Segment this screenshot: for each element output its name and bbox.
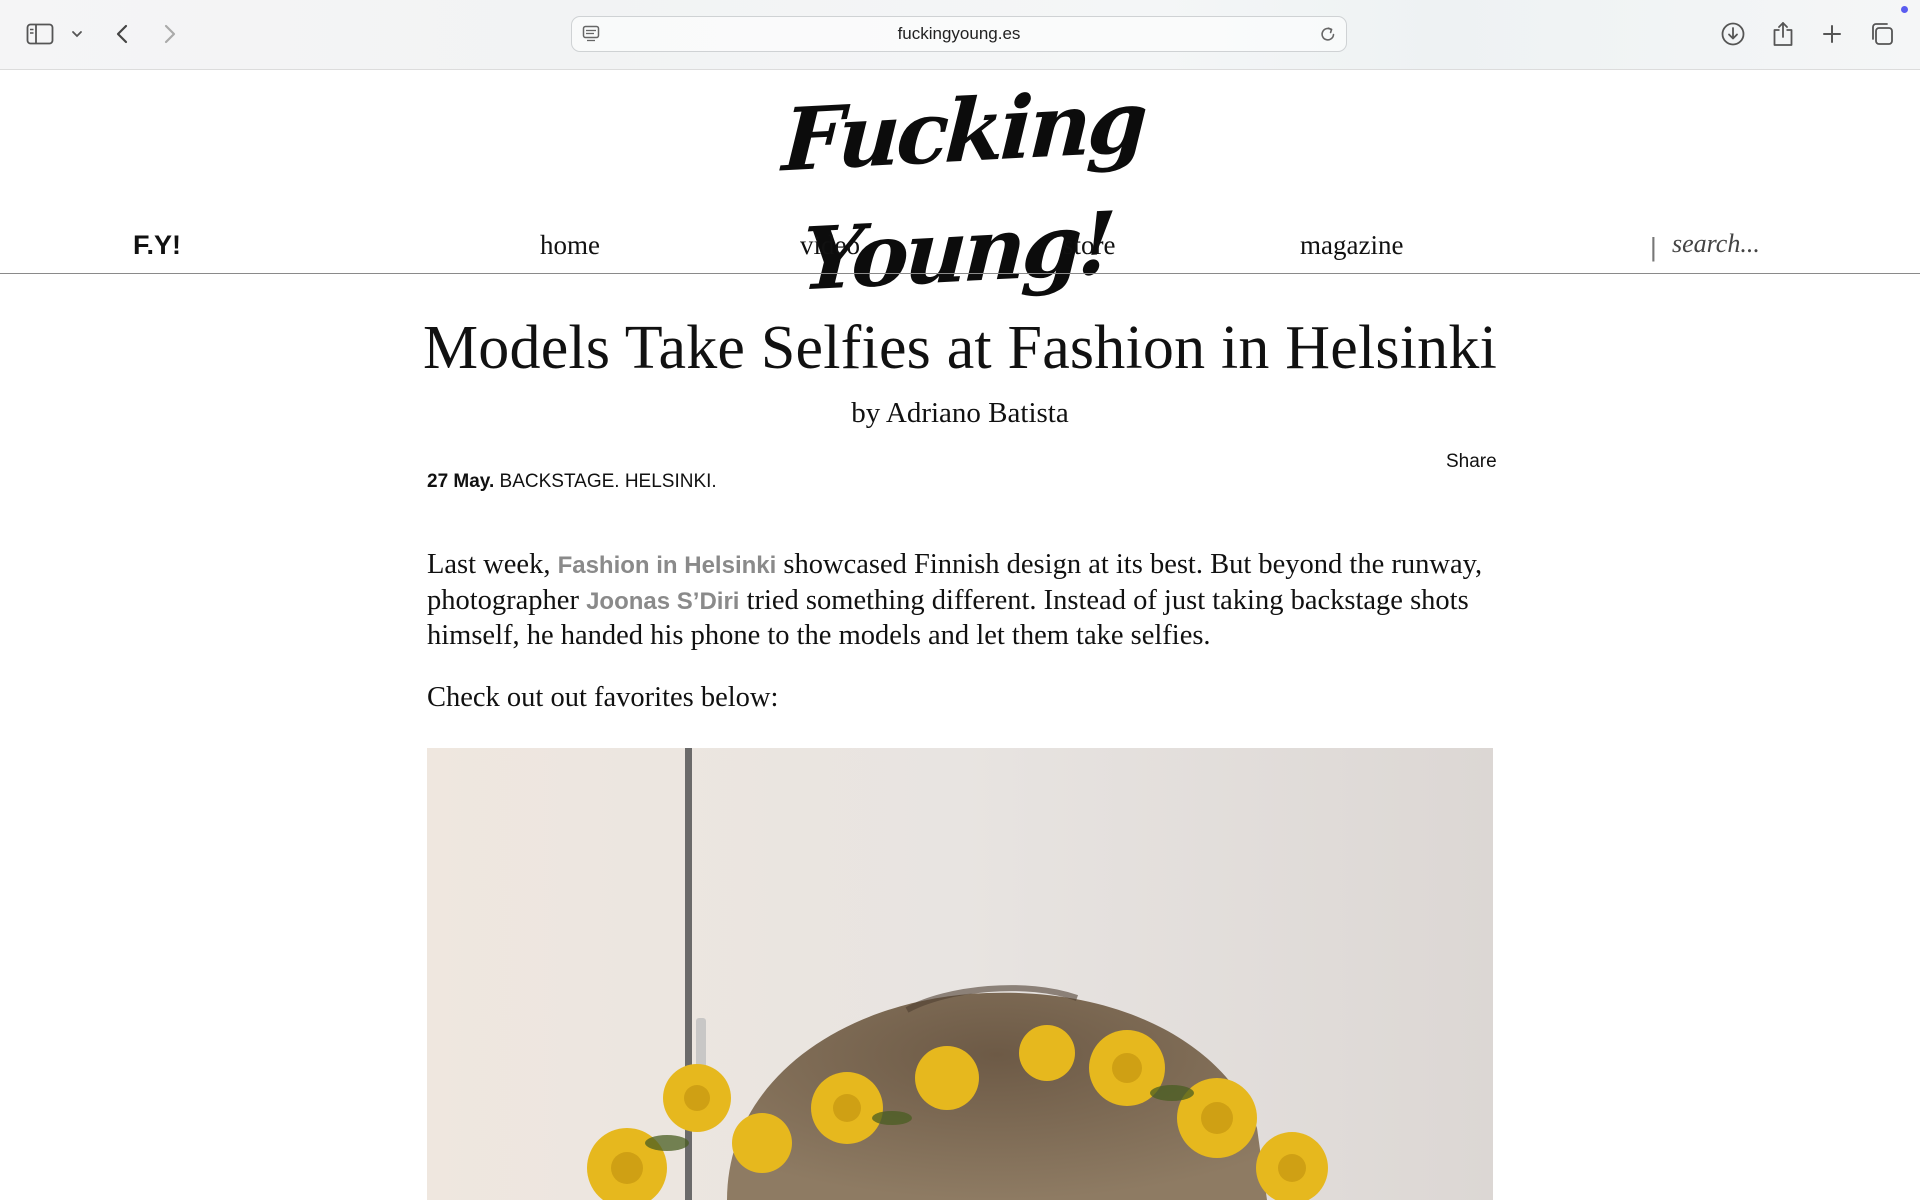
article-dateline: 27 May. BACKSTAGE. HELSINKI. [427, 471, 717, 493]
browser-toolbar: fuckingyoung.es [0, 0, 1920, 70]
sidebar-icon[interactable] [23, 17, 57, 51]
link-joonas-sdiri[interactable]: Joonas S’Diri [586, 588, 739, 615]
tab-overview-icon[interactable] [1865, 17, 1899, 51]
address-bar[interactable]: fuckingyoung.es [571, 16, 1347, 52]
download-icon[interactable] [1716, 17, 1750, 51]
article-title: Models Take Selfies at Fashion in Helsin… [422, 314, 1498, 382]
article-photo [427, 748, 1493, 1200]
site-logo[interactable]: Fucking Young! [700, 71, 1220, 310]
article-tags: BACKSTAGE. HELSINKI. [499, 471, 717, 492]
url-text[interactable]: fuckingyoung.es [572, 17, 1346, 51]
nav-divider [0, 273, 1920, 274]
article-byline: by Adriano Batista [851, 397, 1069, 429]
fy-short-logo[interactable]: F.Y! [133, 230, 181, 261]
nav-item-store[interactable]: store [1063, 230, 1115, 261]
search-input[interactable] [1672, 229, 1822, 259]
nav-separator: | [1650, 232, 1657, 262]
nav-item-home[interactable]: home [540, 230, 600, 261]
article-paragraph-2: Check out out favorites below: [427, 682, 779, 713]
nav-item-magazine[interactable]: magazine [1300, 230, 1403, 261]
photo-illustration [427, 748, 1493, 1200]
article-paragraph: Last week, Fashion in Helsinki showcased… [427, 548, 1497, 654]
logo-text: Fucking Young! [780, 71, 1147, 311]
nav-item-video[interactable]: video [800, 230, 860, 261]
article-date: 27 May. [427, 471, 495, 492]
plus-icon[interactable] [1815, 17, 1849, 51]
reload-icon[interactable] [1319, 25, 1337, 48]
share-icon[interactable] [1766, 17, 1800, 51]
chevron-left-icon[interactable] [105, 17, 139, 51]
chevron-down-icon[interactable] [60, 17, 94, 51]
share-link[interactable]: Share [1446, 451, 1497, 473]
link-fashion-in-helsinki[interactable]: Fashion in Helsinki [558, 552, 777, 579]
paragraph-text: Last week, [427, 549, 558, 580]
chevron-right-icon[interactable] [153, 17, 187, 51]
extension-indicator [1901, 6, 1908, 13]
